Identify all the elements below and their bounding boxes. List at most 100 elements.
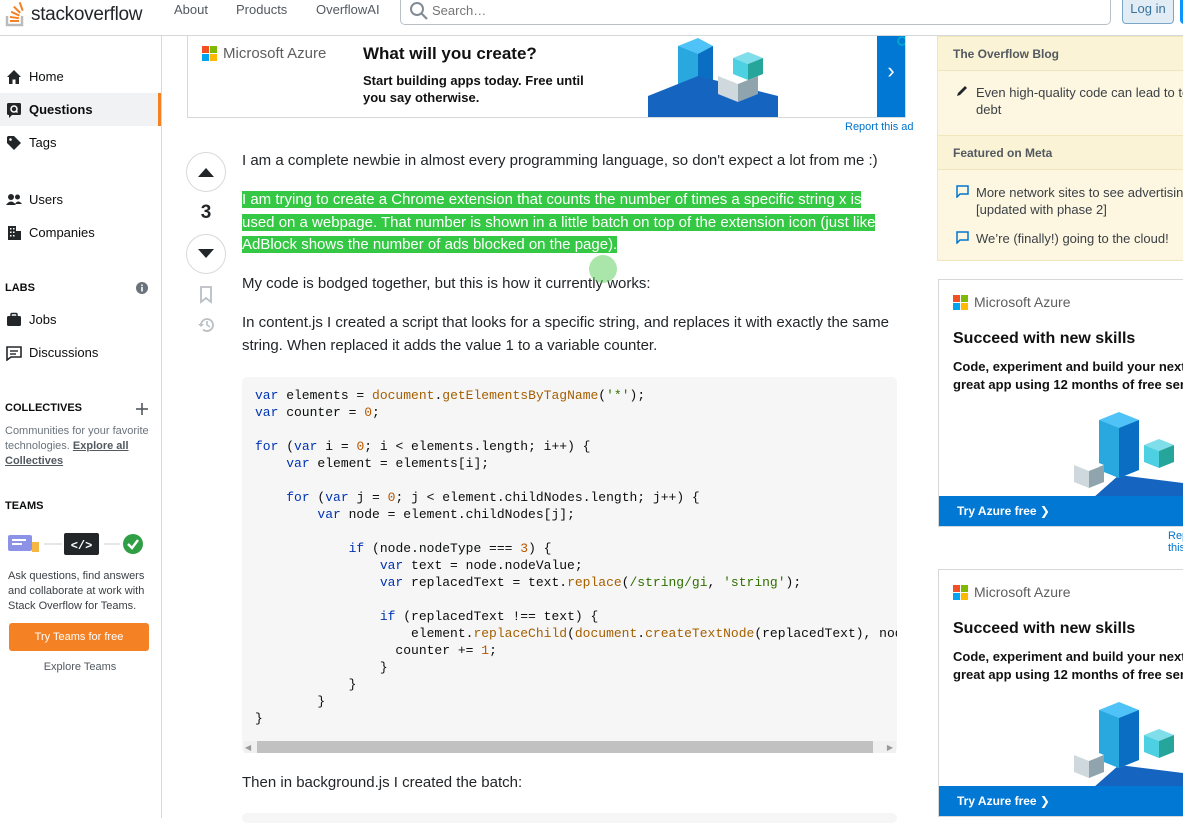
try-azure-button[interactable]: Try Azure free ❯ [957, 504, 1050, 518]
search-input[interactable] [432, 3, 1032, 18]
report-ad-link[interactable]: Report this ad [1168, 530, 1183, 554]
scroll-left-icon[interactable]: ◀ [245, 743, 251, 752]
upvote-button[interactable] [186, 152, 226, 192]
sidebar-advertisement[interactable]: Microsoft Azure Succeed with new skills … [938, 569, 1183, 817]
code-content: var elements = document.getElementsByTag… [255, 388, 897, 726]
try-azure-button[interactable]: Try Azure free ❯ [957, 794, 1050, 808]
left-sidebar: Home Questions Tags Users Companies LABS… [0, 36, 162, 818]
tag-icon [6, 135, 22, 151]
teams-description: Ask questions, find answers and collabor… [8, 570, 145, 612]
ad-chevron-right-icon[interactable]: › [877, 36, 905, 117]
ad-brand-label: Microsoft Azure [223, 45, 327, 62]
teams-title: TEAMS [5, 500, 44, 512]
report-ad-link[interactable]: Report this ad [845, 121, 913, 133]
meta-item[interactable]: We’re (finally!) going to the cloud! [976, 230, 1183, 247]
microsoft-logo-icon [202, 46, 217, 61]
ad-brand: Microsoft Azure [953, 294, 1070, 310]
companies-icon [6, 225, 22, 241]
microsoft-logo-icon [953, 294, 968, 310]
login-label: Log in [1130, 1, 1166, 16]
ad-brand: Microsoft Azure [202, 45, 326, 62]
stackoverflow-logo-icon [5, 2, 24, 27]
sidebar-item-jobs[interactable]: Jobs [0, 303, 161, 336]
ad-line: Code, experiment and build your next [953, 649, 1183, 664]
questions-icon [6, 102, 22, 118]
login-button[interactable]: Log in [1122, 0, 1174, 24]
downvote-button[interactable] [186, 234, 226, 274]
post-paragraph: I am a complete newbie in almost every p… [242, 152, 878, 169]
blog-item[interactable]: Even high-quality code can lead to tech … [976, 84, 1183, 118]
try-teams-button[interactable]: Try Teams for free [9, 623, 149, 651]
ad-brand-label: Microsoft Azure [974, 294, 1071, 310]
plus-icon[interactable] [136, 403, 148, 415]
sidebar-item-users[interactable]: Users [0, 183, 161, 216]
meta-chat-icon [956, 185, 969, 198]
mouse-cursor-indicator [589, 255, 617, 283]
discussions-icon [6, 345, 22, 361]
sidebar-item-questions[interactable]: Questions [0, 93, 161, 126]
nav-products[interactable]: Products [236, 2, 287, 17]
post-paragraph: Then in background.js I created the batc… [242, 774, 523, 791]
sidebar-item-label: Jobs [29, 312, 57, 327]
search-icon [410, 2, 428, 20]
labs-title: LABS [5, 282, 35, 294]
sidebar-item-label: Tags [29, 135, 57, 150]
vote-count: 3 [200, 202, 212, 223]
meta-title: Featured on Meta [938, 135, 1183, 170]
blog-title: The Overflow Blog [938, 36, 1183, 71]
ad-brand: Microsoft Azure [953, 584, 1070, 600]
ad-body: Code, experiment and build your next grea… [953, 648, 1183, 684]
azure-cubes-image [648, 38, 778, 117]
post-paragraph-highlighted: I am trying to create a Chrome extension… [242, 189, 882, 257]
top-advertisement[interactable]: Microsoft Azure What will you create? St… [187, 36, 906, 118]
bookmark-icon[interactable] [199, 286, 213, 304]
sidebar-item-discussions[interactable]: Discussions [0, 336, 161, 369]
downvote-arrow-icon [198, 249, 214, 258]
sidebar-item-label: Companies [29, 225, 95, 240]
search-box[interactable] [400, 0, 1111, 25]
sidebar-item-label: Home [29, 69, 64, 84]
briefcase-icon [6, 312, 22, 328]
teams-illustration-icon: </> [8, 533, 143, 555]
ad-line: great app using 12 months of free servic… [953, 667, 1183, 682]
sidebar-item-label: Discussions [29, 345, 99, 360]
highlighted-text: I am trying to create a Chrome extension… [242, 191, 876, 253]
teams-illustration: </> [8, 532, 148, 556]
info-icon[interactable] [136, 282, 148, 294]
sidebar-item-companies[interactable]: Companies [0, 216, 161, 249]
microsoft-logo-icon [953, 584, 968, 600]
code-block-2[interactable] [242, 813, 897, 823]
stackoverflow-logo[interactable]: stackoverflow [5, 0, 143, 30]
collectives-title: COLLECTIVES [5, 402, 83, 414]
meta-item[interactable]: More network sites to see advertising te… [976, 184, 1183, 218]
history-icon[interactable] [196, 316, 216, 334]
adchoices-icon[interactable] [896, 36, 906, 46]
upvote-arrow-icon [198, 168, 214, 177]
sidebar-item-tags[interactable]: Tags [0, 126, 161, 159]
overflow-blog-widget: The Overflow Blog Even high-quality code… [937, 36, 1183, 261]
scroll-right-icon[interactable]: ▶ [887, 743, 893, 752]
ad-line: Code, experiment and build your next [953, 359, 1183, 374]
ad-line: great app using 12 months of free servic… [953, 377, 1183, 392]
sidebar-advertisement[interactable]: Microsoft Azure Succeed with new skills … [938, 279, 1183, 527]
post-paragraph: In content.js I created a script that lo… [242, 314, 889, 354]
collectives-description: Communities for your favorite technologi… [5, 424, 155, 469]
ad-headline: Succeed with new skills [953, 330, 1136, 347]
users-icon [6, 192, 22, 208]
ad-headline: What will you create? [363, 44, 537, 63]
code-scrollbar-thumb[interactable] [257, 741, 873, 753]
sidebar-item-home[interactable]: Home [0, 60, 161, 93]
ad-body: Start building apps today. Free until yo… [363, 73, 584, 105]
home-icon [6, 69, 22, 85]
post-paragraph: My code is bodged together, but this is … [242, 275, 651, 292]
sidebar-item-label: Questions [29, 102, 93, 117]
nav-about[interactable]: About [174, 2, 208, 17]
svg-text:</>: </> [71, 539, 93, 553]
ad-brand-label: Microsoft Azure [974, 584, 1071, 600]
explore-teams-link[interactable]: Explore Teams [0, 661, 160, 673]
code-block[interactable]: var elements = document.getElementsByTag… [242, 377, 897, 753]
pencil-icon [957, 86, 967, 96]
nav-overflowai[interactable]: OverflowAI [316, 2, 380, 17]
ad-body: Code, experiment and build your next grea… [953, 358, 1183, 394]
sidebar-item-label: Users [29, 192, 63, 207]
